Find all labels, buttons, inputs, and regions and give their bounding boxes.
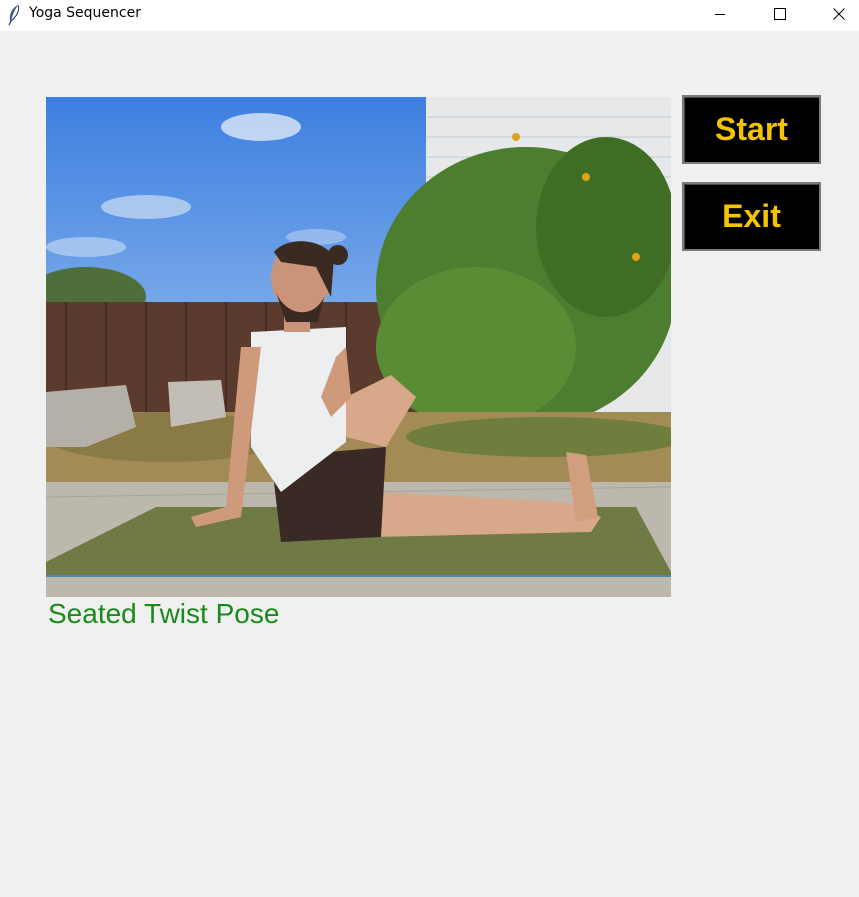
exit-button[interactable]: Exit (682, 182, 821, 251)
maximize-button[interactable] (757, 0, 803, 31)
close-icon (833, 7, 845, 25)
pose-name-label: Seated Twist Pose (48, 598, 280, 629)
app-window: Yoga Sequencer Seated Twist Pose Start E… (0, 0, 859, 897)
maximize-icon (774, 7, 786, 25)
minimize-icon (714, 7, 726, 25)
minimize-button[interactable] (697, 0, 743, 31)
pose-image (46, 97, 671, 597)
close-button[interactable] (816, 0, 859, 31)
feather-icon (6, 4, 22, 26)
window-title: Yoga Sequencer (29, 5, 141, 21)
title-bar[interactable]: Yoga Sequencer (0, 0, 859, 31)
start-button[interactable]: Start (682, 95, 821, 164)
